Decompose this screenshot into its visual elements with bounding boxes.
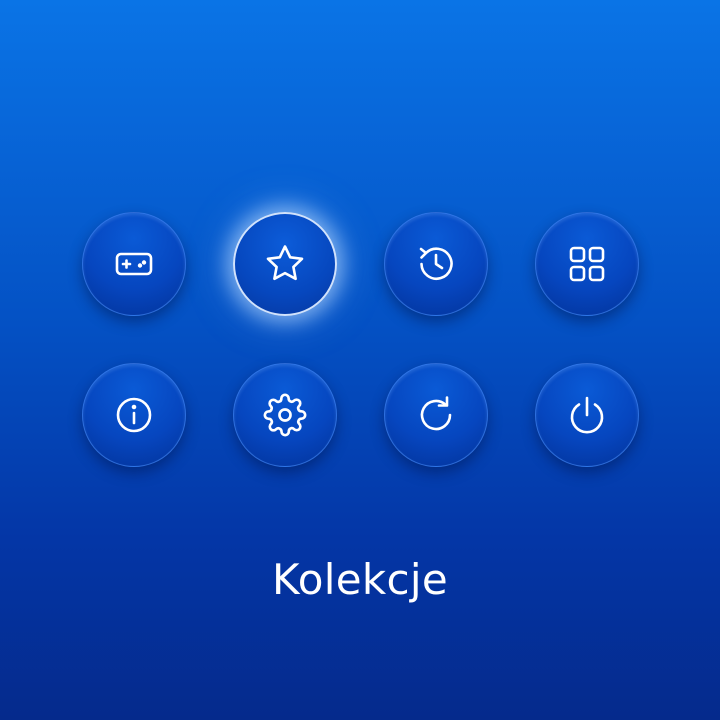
games-button[interactable] <box>82 212 186 316</box>
grid-icon <box>565 242 609 286</box>
refresh-button[interactable] <box>384 363 488 467</box>
apps-button[interactable] <box>535 212 639 316</box>
selected-item-label: Kolekcje <box>272 555 448 604</box>
history-icon <box>414 242 458 286</box>
collections-button[interactable] <box>233 212 337 316</box>
power-icon <box>565 393 609 437</box>
refresh-icon <box>414 393 458 437</box>
info-icon <box>112 393 156 437</box>
gamepad-icon <box>112 242 156 286</box>
info-button[interactable] <box>82 363 186 467</box>
star-icon <box>263 242 307 286</box>
circular-menu <box>0 0 720 720</box>
gear-icon <box>263 393 307 437</box>
power-button[interactable] <box>535 363 639 467</box>
settings-button[interactable] <box>233 363 337 467</box>
history-button[interactable] <box>384 212 488 316</box>
